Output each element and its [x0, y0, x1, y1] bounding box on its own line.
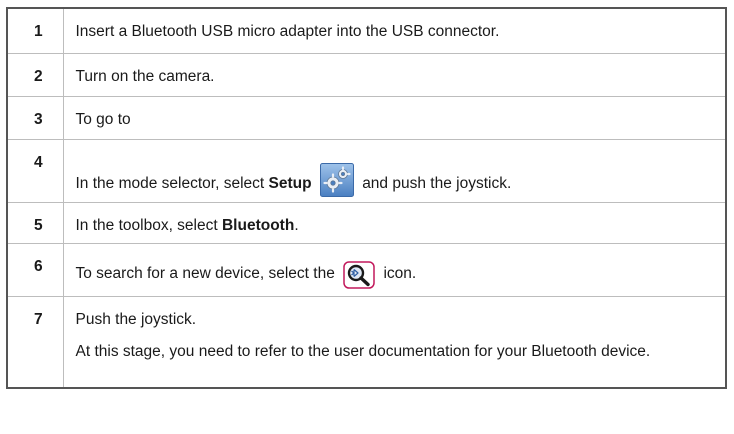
- step-number: 4: [7, 139, 64, 203]
- bluetooth-search-icon: [343, 261, 375, 289]
- table-row: 3 To go to: [7, 96, 726, 140]
- step-number: 1: [7, 8, 64, 54]
- step-number: 3: [7, 96, 64, 140]
- table-row: 5 In the toolbox, select Bluetooth.: [7, 202, 726, 244]
- step-text-after: .: [294, 217, 299, 234]
- setup-gear-icon: [319, 163, 354, 197]
- step-number: 6: [7, 243, 64, 297]
- step-number: 7: [7, 296, 64, 388]
- step-text-line-2: At this stage, you need to refer to the …: [75, 343, 651, 360]
- step-text-after: and push the joystick.: [362, 175, 512, 192]
- bluetooth-label: Bluetooth: [221, 217, 295, 234]
- table-row: 1 Insert a Bluetooth USB micro adapter i…: [7, 8, 726, 54]
- table-row: 2 Turn on the camera.: [7, 53, 726, 97]
- step-number: 2: [7, 53, 64, 97]
- step-text: Turn on the camera.: [63, 53, 726, 97]
- setup-label: Setup: [268, 175, 312, 192]
- step-text-after: icon.: [383, 265, 417, 282]
- step-text-before: To search for a new device, select the: [75, 265, 340, 282]
- table-row: 7 Push the joystick. At this stage, you …: [7, 296, 726, 388]
- step-text: To search for a new device, select the i…: [63, 243, 726, 297]
- step-text: In the toolbox, select Bluetooth.: [63, 202, 726, 244]
- steps-table: 1 Insert a Bluetooth USB micro adapter i…: [6, 7, 727, 389]
- step-text: To go to: [63, 96, 726, 140]
- step-text-before: In the mode selector, select: [75, 175, 269, 192]
- table-row: 6 To search for a new device, select the…: [7, 243, 726, 297]
- table-row: 4 In the mode selector, select Setup and…: [7, 139, 726, 203]
- step-number: 5: [7, 202, 64, 244]
- step-text: Insert a Bluetooth USB micro adapter int…: [75, 23, 500, 40]
- step-text: Push the joystick. At this stage, you ne…: [63, 296, 726, 388]
- step-text-before: In the toolbox, select: [75, 217, 222, 234]
- step-text: In the mode selector, select Setup and p…: [63, 139, 726, 203]
- step-text-line-1: Push the joystick.: [75, 311, 197, 328]
